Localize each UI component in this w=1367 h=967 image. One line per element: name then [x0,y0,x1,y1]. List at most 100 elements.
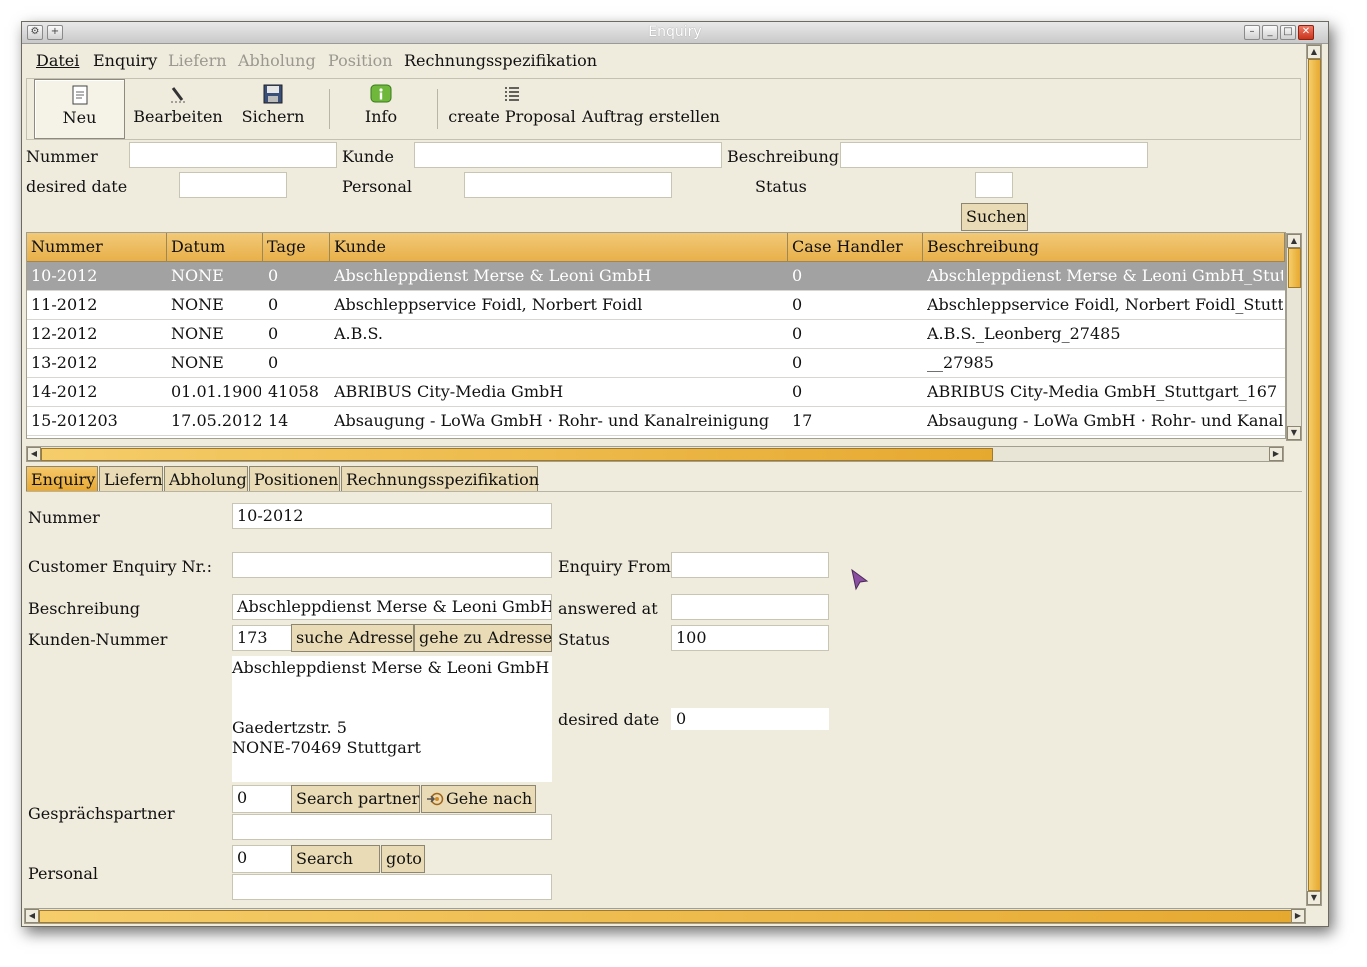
column-header-tage[interactable]: Tage [263,233,330,262]
suche-adresse-button[interactable]: suche Adresse [291,624,414,652]
auftrag-erstellen-button[interactable]: Auftrag erstellen [581,79,721,137]
address-line: Gaedertzstr. 5 [232,718,347,737]
tab-abholung[interactable]: Abholung [164,466,248,492]
table-row[interactable]: 14-2012 01.01.1900 41058 ABRIBUS City-Me… [27,378,1285,407]
scroll-left-icon[interactable]: ◀ [27,447,41,461]
cell-tage: 0 [268,353,279,372]
customer-address: Abschleppdienst Merse & Leoni GmbH Gaede… [232,656,552,782]
table-vscroll-thumb[interactable] [1288,248,1301,288]
detail-beschreibung-label: Beschreibung [28,599,141,618]
cell-case-handler: 0 [792,266,803,285]
customer-enquiry-input[interactable] [232,552,552,578]
cell-datum: NONE [171,266,224,285]
column-header-beschreibung[interactable]: Beschreibung [923,233,1285,262]
menu-position[interactable]: Position [328,51,393,70]
window-vscroll-thumb[interactable] [1308,59,1321,891]
personal-name [232,874,552,900]
scroll-right-icon[interactable]: ▶ [1269,447,1283,461]
answered-at-input[interactable] [671,594,829,620]
window-horizontal-scrollbar[interactable]: ◀ ▶ [24,908,1306,924]
cell-tage: 0 [268,324,279,343]
cell-tage: 41058 [268,382,319,401]
column-header-kunde[interactable]: Kunde [330,233,788,262]
shade-icon[interactable]: – [1244,25,1260,40]
detail-desired-date-input[interactable]: 0 [671,708,829,730]
cell-beschreibung: Abschleppdienst Merse & Leoni GmbH_Stutt… [927,266,1283,285]
table-row[interactable]: 10-2012 NONE 0 Abschleppdienst Merse & L… [27,262,1285,291]
gehe-zu-adresse-button[interactable]: gehe zu Adresse [414,624,552,652]
menu-abholung[interactable]: Abholung [238,51,316,70]
search-nummer-input[interactable] [129,142,337,168]
minimize-icon[interactable]: _ [1262,25,1278,40]
cell-case-handler: 0 [792,382,803,401]
search-kunde-input[interactable] [414,142,722,168]
create-proposal-button[interactable]: create Proposal [447,79,577,137]
scroll-down-icon[interactable]: ▼ [1287,426,1301,440]
window-title: Enquiry [648,24,702,40]
gespraechspartner-input[interactable]: 0 [232,785,292,813]
column-header-case-handler[interactable]: Case Handler [788,233,923,262]
search-status-input[interactable] [975,172,1013,198]
table-horizontal-scrollbar[interactable]: ◀ ▶ [26,446,1284,462]
kunden-nummer-input[interactable]: 173 [232,625,292,651]
table-row[interactable]: 15-201203 17.05.2012 14 Absaugung - LoWa… [27,407,1285,436]
bearbeiten-button[interactable]: Bearbeiten [131,79,225,137]
scroll-left-icon[interactable]: ◀ [25,909,39,923]
personal-input[interactable]: 0 [232,845,292,873]
column-header-nummer[interactable]: Nummer [27,233,167,262]
cell-kunde: A.B.S. [334,324,383,343]
scroll-down-icon[interactable]: ▼ [1307,891,1321,905]
table-row[interactable]: 11-2012 NONE 0 Abschleppservice Foidl, N… [27,291,1285,320]
search-desired-date-input[interactable] [179,172,287,198]
tab-enquiry[interactable]: Enquiry [26,466,98,492]
scroll-right-icon[interactable]: ▶ [1291,909,1305,923]
info-icon [370,83,392,105]
detail-desired-date-label: desired date [558,710,660,729]
info-button[interactable]: Info [361,79,401,137]
search-kunde-label: Kunde [342,147,394,166]
window-vertical-scrollbar[interactable]: ▲ ▼ [1306,44,1322,906]
menu-datei[interactable]: Datei [36,51,79,70]
table-hscroll-thumb[interactable] [41,448,993,461]
customer-enquiry-label: Customer Enquiry Nr.: [28,557,212,576]
maximize-icon[interactable]: □ [1280,25,1296,40]
cell-datum: 17.05.2012 [171,411,261,430]
toolbar-separator [437,89,438,129]
sichern-button[interactable]: Sichern [239,79,307,137]
cell-kunde: Abschleppservice Foidl, Norbert Foidl [334,295,643,314]
window-hscroll-thumb[interactable] [39,910,1293,923]
tab-rechnungsspezifikation[interactable]: Rechnungsspezifikation [341,466,539,492]
menu-rechnungsspezifikation[interactable]: Rechnungsspezifikation [404,51,597,70]
tab-liefern[interactable]: Liefern [99,466,163,492]
detail-beschreibung-input[interactable]: Abschleppdienst Merse & Leoni GmbH_ [232,594,552,620]
cell-beschreibung: __27985 [927,353,994,372]
column-header-datum[interactable]: Datum [167,233,263,262]
scroll-up-icon[interactable]: ▲ [1307,45,1321,59]
close-icon[interactable]: ✕ [1298,25,1314,40]
menu-enquiry[interactable]: Enquiry [93,51,157,70]
table-row[interactable]: 13-2012 NONE 0 0 __27985 [27,349,1285,378]
search-button[interactable]: Search [291,845,380,873]
scroll-up-icon[interactable]: ▲ [1287,234,1301,248]
detail-nummer-input[interactable]: 10-2012 [232,503,552,529]
cell-nummer: 10-2012 [31,266,98,285]
gehe-nach-button[interactable]: Gehe nach [421,785,536,813]
menu-bar: Datei Enquiry Liefern Abholung Position … [22,44,1304,72]
table-row[interactable]: 12-2012 NONE 0 A.B.S. 0 A.B.S._Leonberg_… [27,320,1285,349]
search-beschreibung-input[interactable] [840,142,1148,168]
enquiry-from-input[interactable] [671,552,829,578]
search-personal-input[interactable] [464,172,672,198]
auftrag-label: Auftrag erstellen [582,107,720,126]
goto-button[interactable]: goto [381,845,425,873]
suchen-button[interactable]: Suchen [961,203,1028,231]
title-bar[interactable]: ⚙ + Enquiry – _ □ ✕ [22,22,1328,44]
enquiry-from-label: Enquiry From [558,557,671,576]
cell-beschreibung: Abschleppservice Foidl, Norbert Foidl_St… [927,295,1283,314]
tab-positionen[interactable]: Positionen [249,466,340,492]
menu-liefern[interactable]: Liefern [168,51,227,70]
search-partner-button[interactable]: Search partner [291,785,420,813]
detail-status-input[interactable]: 100 [671,625,829,651]
cell-nummer: 11-2012 [31,295,98,314]
neu-button[interactable]: Neu [34,79,125,139]
table-vertical-scrollbar[interactable]: ▲ ▼ [1286,233,1302,441]
